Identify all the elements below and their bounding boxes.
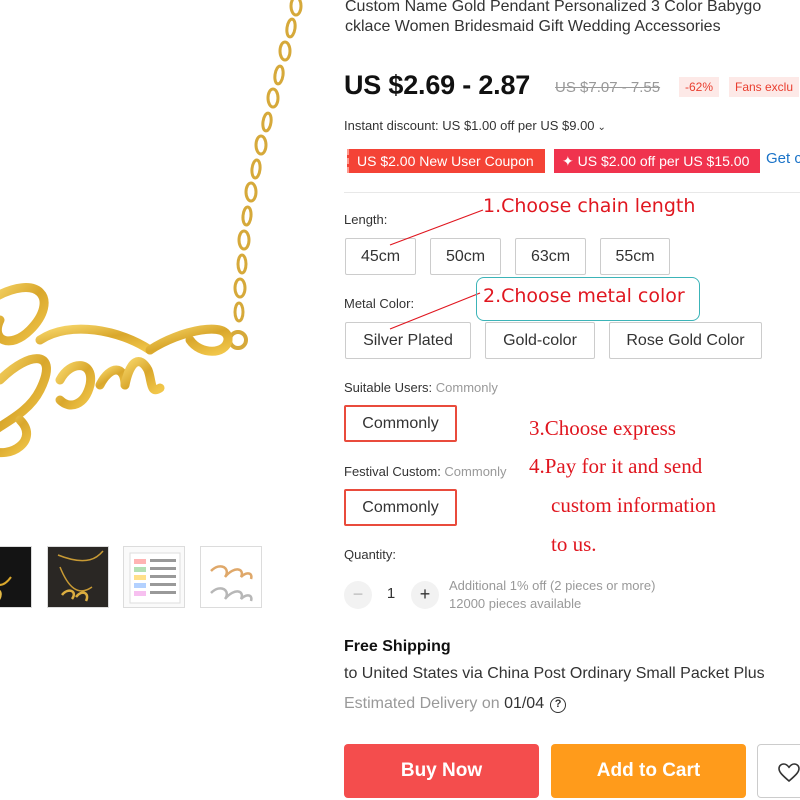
add-to-cart-button[interactable]: Add to Cart — [551, 744, 746, 798]
get-coupons-link[interactable]: Get c — [766, 150, 800, 167]
suitable-users-label: Suitable Users: Commonly — [344, 380, 498, 395]
question-circle-icon[interactable]: ? — [550, 697, 567, 713]
length-option-63cm[interactable]: 63cm — [515, 238, 586, 275]
fans-exclusive-badge: Fans exclu — [729, 77, 800, 97]
chain — [228, 0, 303, 350]
wishlist-button[interactable] — [757, 744, 800, 798]
quantity-bulk-discount-note: Additional 1% off (2 pieces or more) — [449, 578, 656, 593]
suitable-users-label-text: Suitable Users: — [344, 380, 436, 395]
thumbnail-4-image — [210, 565, 253, 602]
thumbnail-2[interactable] — [47, 546, 109, 608]
annotation-step-4-line-2: custom information — [551, 493, 717, 517]
heart-icon — [778, 763, 800, 783]
shipping-method[interactable]: to United States via China Post Ordinary… — [344, 665, 765, 683]
estimated-delivery-prefix: Estimated Delivery on — [344, 695, 505, 712]
quantity-label: Quantity: — [344, 547, 397, 562]
quantity-input[interactable]: 1 — [376, 585, 406, 602]
suitable-users-selected: Commonly — [435, 380, 498, 395]
estimated-delivery: Estimated Delivery on 01/04? — [344, 695, 567, 713]
instant-discount[interactable]: Instant discount: US $1.00 off per US $9… — [344, 118, 606, 133]
length-option-55cm[interactable]: 55cm — [600, 238, 670, 275]
festival-custom-label-text: Festival Custom: — [344, 464, 445, 479]
pendant-illustration — [0, 0, 303, 458]
festival-custom-label: Festival Custom: Commonly — [344, 464, 507, 479]
thumbnail-3[interactable] — [123, 546, 185, 608]
estimated-delivery-date: 01/04 — [504, 695, 545, 712]
pendant — [0, 283, 233, 458]
metal-option-gold-color[interactable]: Gold-color — [485, 322, 595, 359]
thumbnail-3-image — [129, 552, 181, 604]
annotation-step-4-line-1: 4.Pay for it and send — [529, 454, 703, 478]
thumbnail-4[interactable] — [200, 546, 262, 608]
suitable-users-option-commonly[interactable]: Commonly — [344, 405, 457, 442]
new-user-coupon[interactable]: US $2.00 New User Coupon — [347, 149, 545, 173]
annotation-step-1: 1.Choose chain length — [483, 195, 696, 217]
thumbnail-1[interactable] — [0, 546, 32, 608]
annotation-arrows — [389, 209, 484, 330]
buy-now-button[interactable]: Buy Now — [344, 744, 539, 798]
shipping-title: Free Shipping — [344, 638, 451, 655]
thumbnail-1-image — [0, 576, 12, 600]
product-title-line-1: Custom Name Gold Pendant Personalized 3 … — [345, 0, 762, 15]
product-title-line-2: cklace Women Bridesmaid Gift Wedding Acc… — [345, 18, 721, 35]
annotation-step-4-line-3: to us. — [551, 532, 597, 556]
festival-custom-option-commonly[interactable]: Commonly — [344, 489, 457, 526]
quantity-decrease-button[interactable]: − — [344, 581, 372, 609]
festival-custom-selected: Commonly — [444, 464, 507, 479]
product-title: Custom Name Gold Pendant Personalized 3 … — [345, 0, 800, 37]
quantity-available-note: 12000 pieces available — [449, 596, 582, 611]
metal-option-rose-gold-color[interactable]: Rose Gold Color — [609, 322, 762, 359]
thumbnail-strip — [0, 546, 330, 610]
instant-discount-text: Instant discount: US $1.00 off per US $9… — [344, 118, 595, 133]
section-divider — [344, 192, 800, 193]
chevron-down-icon[interactable]: ⌄ — [598, 122, 606, 133]
quantity-increase-button[interactable]: + — [411, 581, 439, 609]
current-price: US $2.69 - 2.87 — [344, 70, 531, 100]
discount-badge: -62% — [679, 77, 720, 97]
original-price: US $7.07 - 7.55 — [555, 79, 661, 96]
annotation-step-3: 3.Choose express — [529, 416, 676, 440]
annotation-step-2: 2.Choose metal color — [483, 285, 685, 307]
thumbnail-2-image — [57, 550, 104, 602]
product-main-image[interactable] — [0, 0, 330, 530]
price-row: US $2.69 - 2.87 US $7.07 - 7.55 -62% Fan… — [344, 68, 800, 104]
store-coupon[interactable]: ✦ US $2.00 off per US $15.00 — [554, 149, 760, 173]
